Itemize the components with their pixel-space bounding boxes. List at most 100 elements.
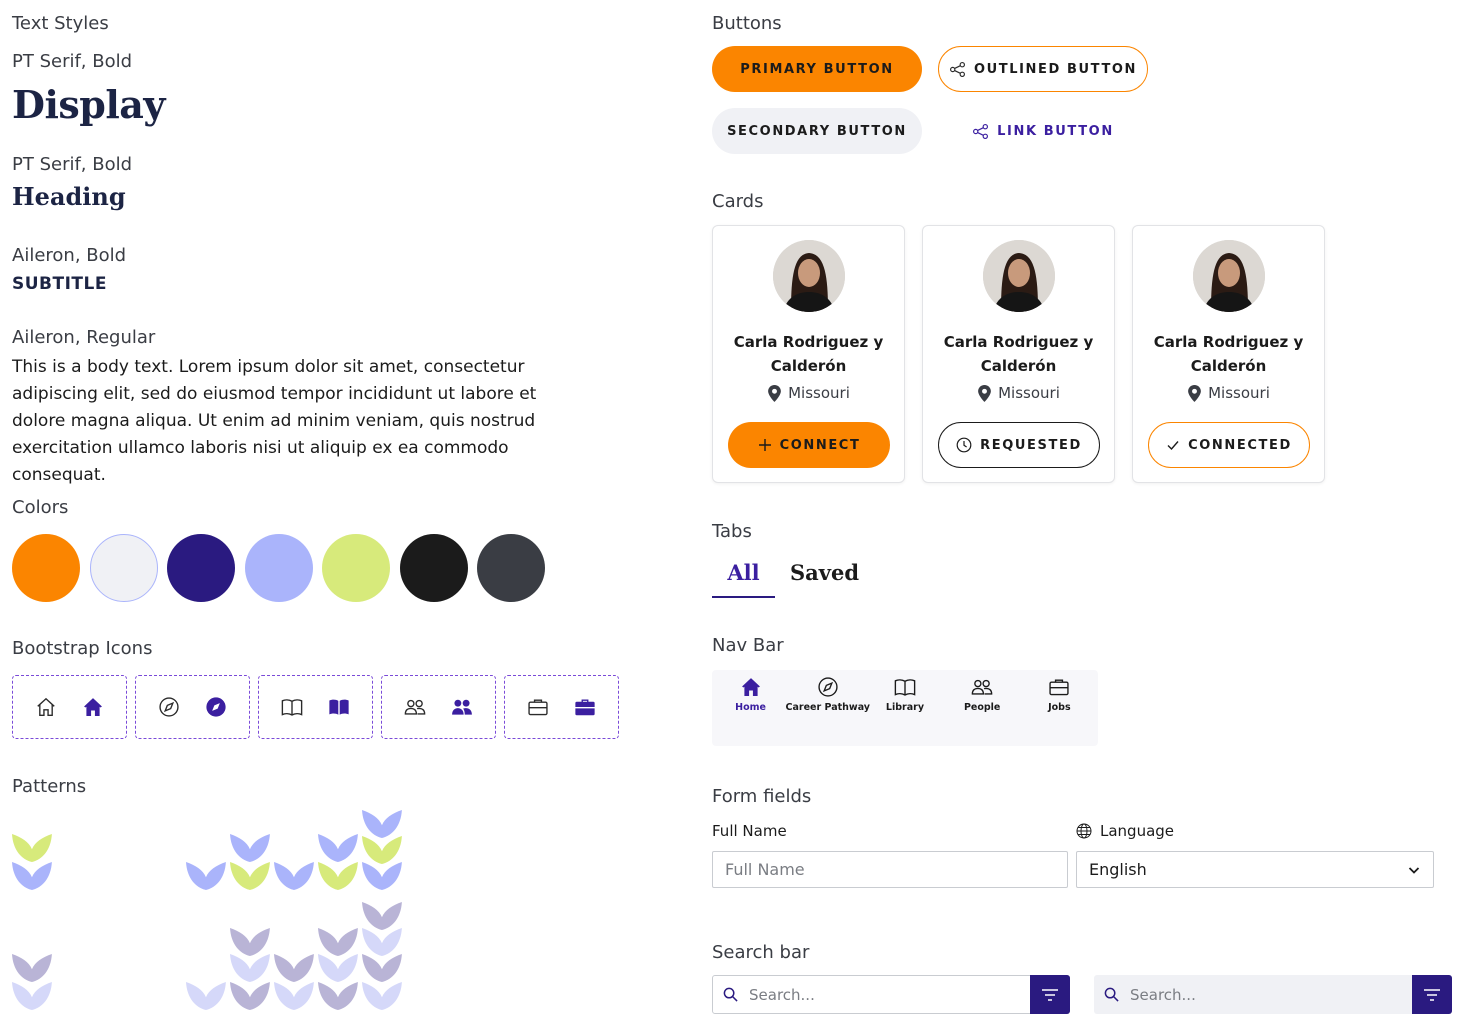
compass-icon: [818, 677, 838, 697]
filter-button[interactable]: [1030, 975, 1070, 1014]
profile-card: Carla Rodriguez y Calderón Missouri REQU…: [922, 225, 1115, 483]
tab-saved[interactable]: Saved: [790, 560, 859, 598]
chevron-down-icon: [1408, 866, 1420, 874]
search-title: Search bar: [712, 942, 810, 963]
people-icon-group: [381, 675, 496, 739]
share-icon: [949, 61, 965, 77]
requested-button[interactable]: REQUESTED: [938, 422, 1100, 468]
card-location-text: Missouri: [1208, 384, 1270, 402]
tabs-title: Tabs: [712, 521, 752, 542]
color-swatch: [167, 534, 235, 602]
language-label: Language: [1100, 822, 1175, 840]
avatar: [983, 240, 1055, 312]
requested-button-label: REQUESTED: [980, 437, 1082, 453]
link-button[interactable]: LINK BUTTON: [938, 108, 1148, 154]
geo-pin-icon: [978, 384, 991, 402]
link-button-label: LINK BUTTON: [997, 123, 1114, 139]
house-fill-icon: [741, 678, 760, 696]
compass-icon-group: [135, 675, 250, 739]
people-icon: [404, 699, 426, 715]
primary-button[interactable]: PRIMARY BUTTON: [712, 46, 922, 92]
colors-title: Colors: [12, 497, 69, 518]
house-icon: [37, 697, 55, 716]
briefcase-icon: [1049, 679, 1069, 696]
book-icon-group: [258, 675, 373, 739]
display-sample: Display: [12, 82, 166, 127]
display-font-label: PT Serif, Bold: [12, 51, 133, 72]
profile-card: Carla Rodriguez y Calderón Missouri CONN…: [712, 225, 905, 483]
filter-icon: [1424, 988, 1440, 1001]
subtitle-sample: SUBTITLE: [12, 274, 107, 294]
globe-icon: [1076, 823, 1092, 839]
color-swatch: [322, 534, 390, 602]
tab-all[interactable]: All: [712, 560, 775, 598]
check-icon: [1167, 441, 1179, 451]
nav-item-jobs[interactable]: Jobs: [1021, 676, 1097, 713]
connect-button-label: CONNECT: [779, 437, 861, 453]
nav-label-people: People: [963, 702, 1001, 713]
book-icon: [894, 679, 916, 696]
nav-bar: Home Career Pathway Library People Jobs: [712, 670, 1098, 746]
search-icon: [1104, 987, 1119, 1002]
search-bar-filled: Search...: [1094, 975, 1452, 1014]
search-input[interactable]: Search...: [1130, 986, 1196, 1004]
primary-button-label: PRIMARY BUTTON: [740, 61, 894, 77]
briefcase-fill-icon: [575, 699, 595, 716]
clock-icon: [956, 437, 972, 453]
avatar: [1193, 240, 1265, 312]
briefcase-icon-group: [504, 675, 619, 739]
heading-sample: Heading: [12, 182, 126, 211]
card-name: Carla Rodriguez y Calderón: [733, 333, 884, 375]
briefcase-icon: [528, 699, 548, 716]
nav-label-career-pathway: Career Pathway: [785, 702, 871, 713]
house-icon-group: [12, 675, 127, 739]
outlined-button-label: OUTLINED BUTTON: [973, 61, 1138, 77]
connect-button[interactable]: CONNECT: [728, 422, 890, 468]
card-location-text: Missouri: [998, 384, 1060, 402]
filter-button[interactable]: [1412, 975, 1452, 1014]
geo-pin-icon: [1188, 384, 1201, 402]
secondary-button[interactable]: SECONDARY BUTTON: [712, 108, 922, 154]
full-name-label: Full Name: [712, 822, 787, 840]
color-swatch: [12, 534, 80, 602]
book-fill-icon: [329, 699, 349, 715]
geo-pin-icon: [768, 384, 781, 402]
card-name: Carla Rodriguez y Calderón: [943, 333, 1094, 375]
cards-title: Cards: [712, 191, 764, 212]
icons-title: Bootstrap Icons: [12, 638, 153, 659]
card-name: Carla Rodriguez y Calderón: [1153, 333, 1304, 375]
plus-icon: [758, 439, 771, 451]
language-select-value: English: [1089, 860, 1147, 879]
filter-icon: [1042, 988, 1058, 1001]
house-fill-icon: [83, 698, 102, 716]
form-title: Form fields: [712, 786, 812, 807]
nav-item-people[interactable]: People: [944, 676, 1020, 713]
card-location: Missouri: [713, 384, 904, 402]
body-font-label: Aileron, Regular: [12, 327, 156, 348]
color-swatch: [399, 534, 468, 602]
search-icon: [723, 987, 738, 1002]
compass-fill-icon: [206, 697, 226, 717]
heading-font-label: PT Serif, Bold: [12, 154, 133, 175]
book-icon: [281, 699, 303, 716]
subtitle-font-label: Aileron, Bold: [12, 245, 127, 266]
language-select[interactable]: English: [1076, 851, 1434, 888]
full-name-input[interactable]: Full Name: [712, 851, 1068, 888]
card-location: Missouri: [1133, 384, 1324, 402]
people-fill-icon: [451, 699, 472, 715]
nav-item-home[interactable]: Home: [713, 676, 789, 713]
people-icon: [971, 679, 993, 695]
nav-item-library[interactable]: Library: [867, 676, 943, 713]
share-icon: [973, 123, 989, 139]
language-label-row: Language: [1076, 822, 1174, 840]
card-location-text: Missouri: [788, 384, 850, 402]
search-input[interactable]: Search...: [749, 986, 815, 1004]
outlined-button[interactable]: OUTLINED BUTTON: [938, 46, 1148, 92]
body-sample: This is a body text. Lorem ipsum dolor s…: [12, 357, 537, 485]
color-swatch: [244, 534, 313, 602]
nav-item-career-pathway[interactable]: Career Pathway: [786, 676, 870, 713]
nav-label-library: Library: [885, 702, 925, 713]
patterns-title: Patterns: [12, 776, 87, 797]
search-bar-light: Search...: [712, 975, 1070, 1014]
connected-button[interactable]: CONNECTED: [1148, 422, 1310, 468]
